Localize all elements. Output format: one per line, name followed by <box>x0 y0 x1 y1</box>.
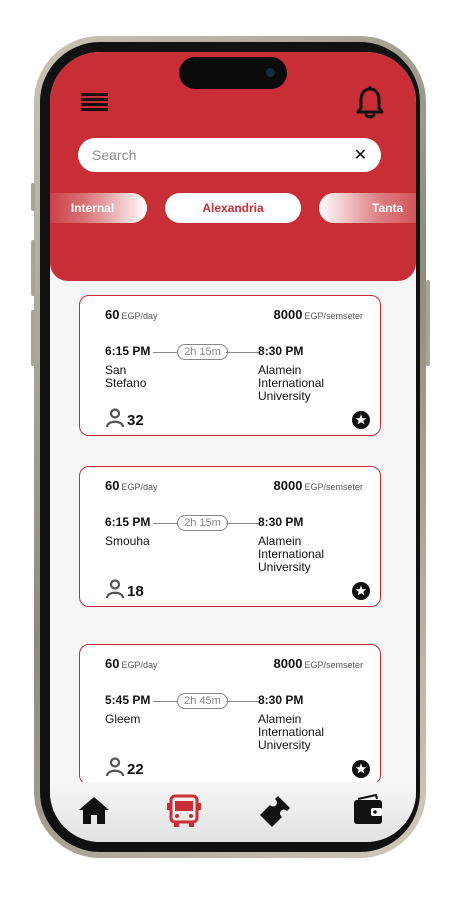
available-seats: 32 <box>127 412 144 429</box>
origin-stop: Gleem <box>105 712 141 726</box>
daily-price: 60 EGP/day <box>105 656 158 671</box>
trip-duration: 2h 15m <box>177 515 228 531</box>
bus-icon[interactable] <box>166 794 202 828</box>
origin-stop: San Stefano <box>105 363 147 390</box>
semester-price-unit: EGP/semseter <box>304 660 363 670</box>
semester-price: 8000 EGP/semseter <box>274 478 363 493</box>
favorite-star-icon[interactable] <box>352 582 370 600</box>
destination-stop: Alamein International University <box>258 534 325 574</box>
trip-card[interactable]: 60 EGP/day 8000 EGP/semseter 6:15 PM 2h 15… <box>79 466 381 607</box>
daily-price-unit: EGP/day <box>121 660 158 670</box>
category-chip-internal[interactable]: Internal <box>50 193 147 223</box>
available-seats: 22 <box>127 761 144 778</box>
person-icon <box>105 757 125 777</box>
route-line <box>226 701 258 702</box>
close-icon[interactable]: ✕ <box>354 146 367 164</box>
departure-time: 6:15 PM <box>105 515 151 529</box>
category-chip-label: Internal <box>70 201 115 215</box>
trip-duration: 2h 15m <box>177 344 228 360</box>
bell-icon[interactable] <box>355 86 385 120</box>
route-line <box>226 352 258 353</box>
route-line <box>153 523 177 524</box>
category-chip-label: Tanta <box>372 201 404 215</box>
departure-time: 5:45 PM <box>105 693 151 707</box>
destination-stop: Alamein International University <box>258 363 325 403</box>
daily-price: 60 EGP/day <box>105 307 158 322</box>
ticket-icon[interactable] <box>258 794 292 828</box>
search-bar: ✕ <box>78 138 381 172</box>
app-screen: ✕ Internal Alexandria Tanta 60EGP/day 80… <box>50 52 416 842</box>
side-button-power <box>426 280 430 366</box>
semester-price-unit: EGP/semseter <box>304 311 363 321</box>
semester-price-value: 8000 <box>273 656 303 671</box>
route-line <box>153 701 177 702</box>
semester-price: 8000 EGP/semseter <box>274 656 363 671</box>
semester-price-value: 8000 <box>273 478 303 493</box>
category-chip-alexandria[interactable]: Alexandria <box>165 193 301 223</box>
available-seats: 18 <box>127 583 144 600</box>
side-button-action <box>31 183 35 211</box>
trip-card[interactable]: 60 EGP/day 8000 EGP/semseter 5:45 PM 2h 45… <box>79 644 381 785</box>
daily-price-unit: EGP/day <box>121 482 158 492</box>
dynamic-island <box>179 57 287 89</box>
origin-stop: Smouha <box>105 534 150 548</box>
semester-price-unit: EGP/semseter <box>304 482 363 492</box>
daily-price-value: 60 <box>105 478 120 493</box>
favorite-star-icon[interactable] <box>352 760 370 778</box>
arrival-time: 8:30 PM <box>258 693 304 707</box>
wallet-icon[interactable] <box>352 794 384 826</box>
search-input[interactable] <box>92 138 342 172</box>
side-button-volume-up <box>31 240 35 296</box>
category-chip-label: Alexandria <box>202 201 264 215</box>
arrival-time: 8:30 PM <box>258 515 304 529</box>
route-line <box>153 352 177 353</box>
hamburger-menu-icon[interactable] <box>81 93 108 113</box>
favorite-star-icon[interactable] <box>352 411 370 429</box>
daily-price-unit: EGP/day <box>121 311 158 321</box>
category-chip-tanta[interactable]: Tanta <box>319 193 416 223</box>
arrival-time: 8:30 PM <box>258 344 304 358</box>
trip-duration: 2h 45m <box>177 693 228 709</box>
daily-price-value: 60 <box>105 307 120 322</box>
person-icon <box>105 408 125 428</box>
daily-price-value: 60 <box>105 656 120 671</box>
trip-card[interactable]: 60 EGP/day 8000 EGP/semseter 6:15 PM 2h 15… <box>79 295 381 436</box>
app-header: ✕ Internal Alexandria Tanta <box>50 52 416 281</box>
semester-price-value: 8000 <box>273 307 303 322</box>
home-icon[interactable] <box>78 794 110 826</box>
bottom-navigation <box>50 782 416 842</box>
semester-price: 8000 EGP/semseter <box>274 307 363 322</box>
person-icon <box>105 579 125 599</box>
daily-price: 60 EGP/day <box>105 478 158 493</box>
route-line <box>226 523 258 524</box>
side-button-volume-down <box>31 310 35 366</box>
destination-stop: Alamein International University <box>258 712 325 752</box>
departure-time: 6:15 PM <box>105 344 151 358</box>
